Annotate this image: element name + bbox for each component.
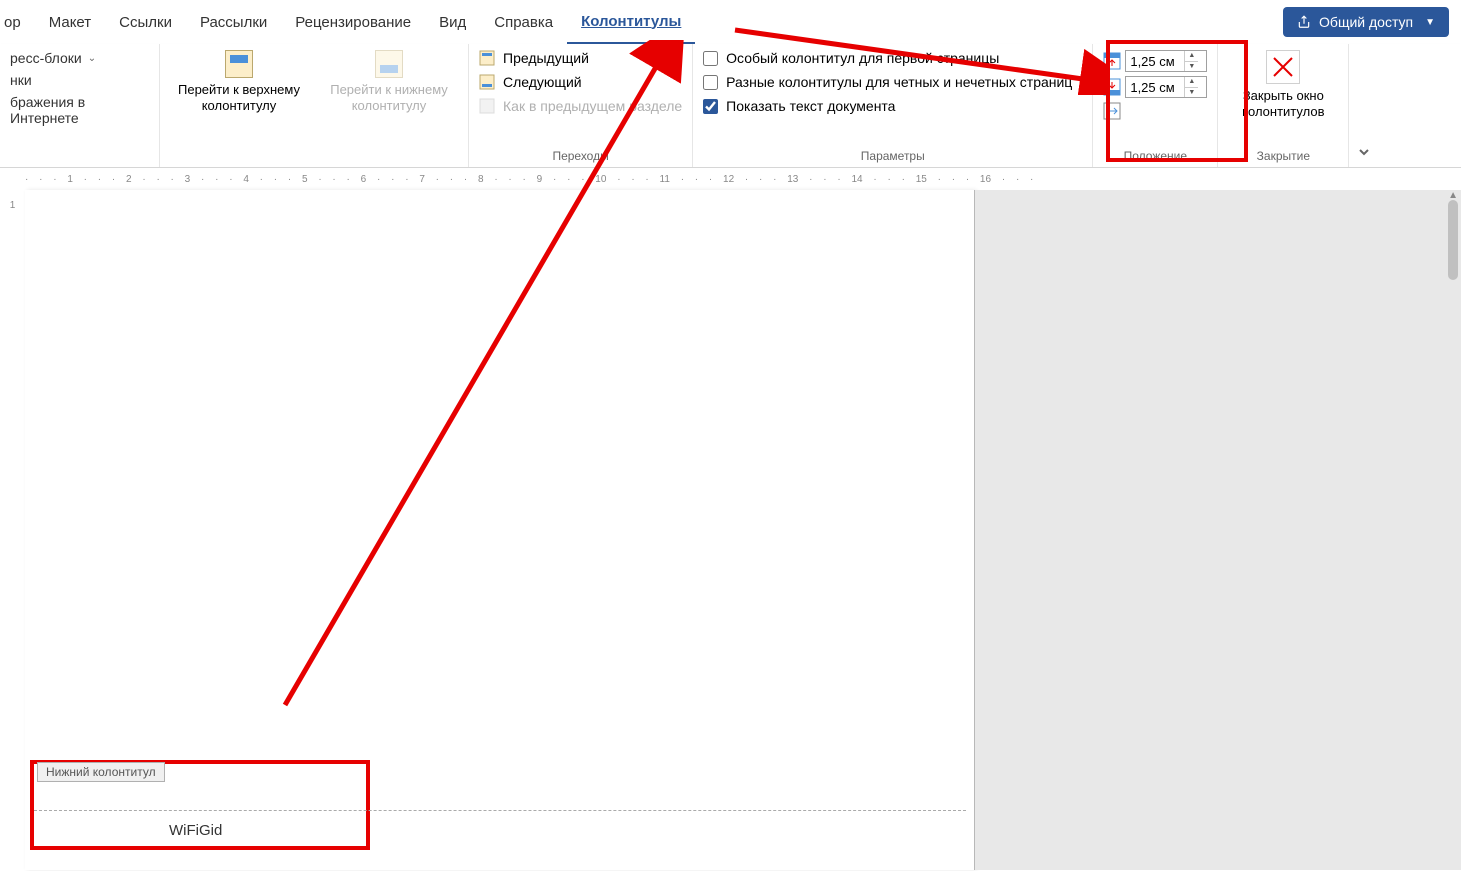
spin-down-icon[interactable]: ▼ [1185, 62, 1198, 72]
ruler-v-mark: 1 [0, 200, 25, 211]
tab-review[interactable]: Рецензирование [281, 0, 425, 44]
group-position: ▲▼ ▲▼ Положение [1093, 44, 1218, 167]
header-position-input[interactable] [1126, 51, 1184, 71]
ribbon-tabs: ор Макет Ссылки Рассылки Рецензирование … [0, 0, 1461, 44]
same-as-previous-label: Как в предыдущем разделе [503, 98, 682, 114]
checkbox-odd-even[interactable] [703, 75, 718, 90]
close-icon [1266, 50, 1300, 84]
different-first-page-checkbox[interactable]: Особый колонтитул для первой страницы [703, 50, 1072, 66]
web-images-button[interactable]: бражения в Интернете [10, 94, 149, 126]
next-label: Следующий [503, 74, 582, 90]
checkbox-first-page[interactable] [703, 51, 718, 66]
header-position-spinner[interactable]: ▲▼ [1125, 50, 1207, 72]
different-odd-even-checkbox[interactable]: Разные колонтитулы для четных и нечетных… [703, 74, 1072, 90]
page-background: ▲ [975, 190, 1461, 870]
goto-footer-label: Перейти к нижнему колонтитулу [314, 82, 464, 113]
tab-help[interactable]: Справка [480, 0, 567, 44]
footer-dashed-line [34, 810, 966, 811]
odd-even-label: Разные колонтитулы для четных и нечетных… [726, 74, 1072, 90]
chevron-down-icon: ▼ [1425, 17, 1435, 28]
chevron-down-icon [1357, 145, 1371, 159]
next-button[interactable]: Следующий [479, 74, 682, 90]
tab-links[interactable]: Ссылки [105, 0, 186, 44]
checkbox-show-text[interactable] [703, 99, 718, 114]
footer-text[interactable]: WiFiGid [169, 822, 222, 839]
share-icon [1297, 15, 1311, 29]
spin-up-icon[interactable]: ▲ [1185, 77, 1198, 88]
first-page-label: Особый колонтитул для первой страницы [726, 50, 999, 66]
group-parameters: Особый колонтитул для первой страницы Ра… [693, 44, 1093, 167]
share-label: Общий доступ [1319, 14, 1413, 30]
vertical-ruler[interactable]: 1 [0, 190, 25, 870]
tab-headers-footers[interactable]: Колонтитулы [567, 0, 695, 44]
spinner-buttons[interactable]: ▲▼ [1184, 77, 1198, 97]
close-label: Закрыть окно колонтитулов [1228, 88, 1338, 119]
spinner-buttons[interactable]: ▲▼ [1184, 51, 1198, 71]
header-from-top-row: ▲▼ [1103, 50, 1207, 72]
group-close: Закрыть окно колонтитулов Закрытие [1218, 44, 1349, 167]
parameters-group-label: Параметры [703, 149, 1082, 165]
group-navigation: Перейти к верхнему колонтитулу Перейти к… [160, 44, 469, 167]
header-icon [225, 50, 253, 78]
footer-icon [375, 50, 403, 78]
goto-header-label: Перейти к верхнему колонтитулу [164, 82, 314, 113]
chevron-down-icon: ⌄ [88, 53, 96, 64]
group-transitions: Предыдущий Следующий Как в предыдущем ра… [469, 44, 693, 167]
ribbon-collapse-button[interactable] [1349, 44, 1379, 167]
show-text-label: Показать текст документа [726, 98, 895, 114]
annotation-footer-box: Нижний колонтитул WiFiGid [30, 760, 370, 850]
show-document-text-checkbox[interactable]: Показать текст документа [703, 98, 1072, 114]
goto-footer-button: Перейти к нижнему колонтитулу [314, 50, 464, 113]
footer-position-input[interactable] [1126, 77, 1184, 97]
same-as-previous-button: Как в предыдущем разделе [479, 98, 682, 114]
footer-tag: Нижний колонтитул [37, 762, 165, 782]
link-icon [479, 98, 495, 114]
insert-alignment-tab-button[interactable] [1103, 102, 1207, 120]
position-group-label: Положение [1103, 149, 1207, 165]
document-page[interactable]: Нижний колонтитул WiFiGid [25, 190, 975, 870]
pictures-button[interactable]: нки [10, 72, 149, 88]
footer-position-spinner[interactable]: ▲▼ [1125, 76, 1207, 98]
header-position-icon [1103, 52, 1121, 70]
tab-layout[interactable]: Макет [35, 0, 105, 44]
goto-header-button[interactable]: Перейти к верхнему колонтитулу [164, 50, 314, 113]
share-button[interactable]: Общий доступ ▼ [1283, 7, 1449, 37]
ruler-marks: · · · 1 · · · 2 · · · 3 · · · 4 · · · 5 … [25, 174, 1033, 185]
close-group-label: Закрытие [1228, 149, 1338, 165]
document-area: 1 Нижний колонтитул WiFiGid ▲ [0, 190, 1461, 870]
footer-from-bottom-row: ▲▼ [1103, 76, 1207, 98]
spin-down-icon[interactable]: ▼ [1185, 88, 1198, 98]
previous-label: Предыдущий [503, 50, 589, 66]
ribbon: ресс-блоки⌄ нки бражения в Интернете Пер… [0, 44, 1461, 168]
prev-icon [479, 50, 495, 66]
close-header-footer-button[interactable]: Закрыть окно колонтитулов [1228, 50, 1338, 119]
horizontal-ruler[interactable]: · · · 1 · · · 2 · · · 3 · · · 4 · · · 5 … [0, 168, 1461, 190]
group-insert-partial: ресс-блоки⌄ нки бражения в Интернете [0, 44, 160, 167]
transitions-group-label: Переходы [479, 149, 682, 165]
next-icon [479, 74, 495, 90]
tab-view[interactable]: Вид [425, 0, 480, 44]
express-blocks-button[interactable]: ресс-блоки⌄ [10, 50, 149, 66]
scrollbar-thumb[interactable] [1448, 200, 1458, 280]
tab-insert-partial[interactable]: ор [0, 0, 35, 44]
footer-position-icon [1103, 78, 1121, 96]
previous-button[interactable]: Предыдущий [479, 50, 682, 66]
tab-mailings[interactable]: Рассылки [186, 0, 281, 44]
tab-align-icon [1103, 102, 1121, 120]
spin-up-icon[interactable]: ▲ [1185, 51, 1198, 62]
